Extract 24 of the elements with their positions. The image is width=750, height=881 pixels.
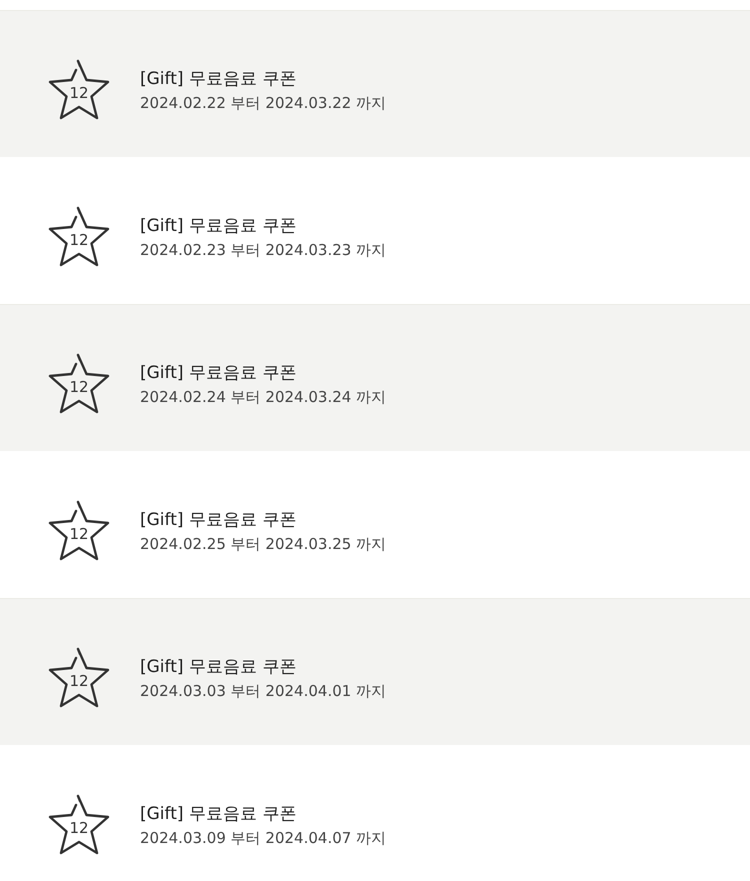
coupon-title: [Gift] 무료음료 쿠폰 — [140, 509, 298, 531]
coupon-title: [Gift] 무료음료 쿠폰 — [140, 803, 298, 825]
badge-number: 12 — [68, 819, 90, 837]
coupon-title: [Gift] 무료음료 쿠폰 — [140, 656, 298, 678]
badge-number: 12 — [68, 378, 90, 396]
coupon-period: 2024.02.25 부터 2024.03.25 까지 — [140, 535, 386, 554]
coupon-period: 2024.03.09 부터 2024.04.07 까지 — [140, 829, 386, 848]
badge-number: 12 — [68, 84, 90, 102]
badge-number: 12 — [68, 231, 90, 249]
coupon-title: [Gift] 무료음료 쿠폰 — [140, 215, 298, 237]
badge-number: 12 — [68, 672, 90, 690]
star-icon — [47, 205, 111, 269]
coupon-period: 2024.03.03 부터 2024.04.01 까지 — [140, 682, 386, 701]
star-icon — [47, 793, 111, 857]
coupon-period: 2024.02.24 부터 2024.03.24 까지 — [140, 388, 386, 407]
coupon-title: [Gift] 무료음료 쿠폰 — [140, 68, 298, 90]
coupon-period: 2024.02.22 부터 2024.03.22 까지 — [140, 94, 386, 113]
coupon-title: [Gift] 무료음료 쿠폰 — [140, 362, 298, 384]
coupon-period: 2024.02.23 부터 2024.03.23 까지 — [140, 241, 386, 260]
star-icon — [47, 58, 111, 122]
badge-number: 12 — [68, 525, 90, 543]
star-icon — [47, 646, 111, 710]
star-icon — [47, 352, 111, 416]
star-icon — [47, 499, 111, 563]
